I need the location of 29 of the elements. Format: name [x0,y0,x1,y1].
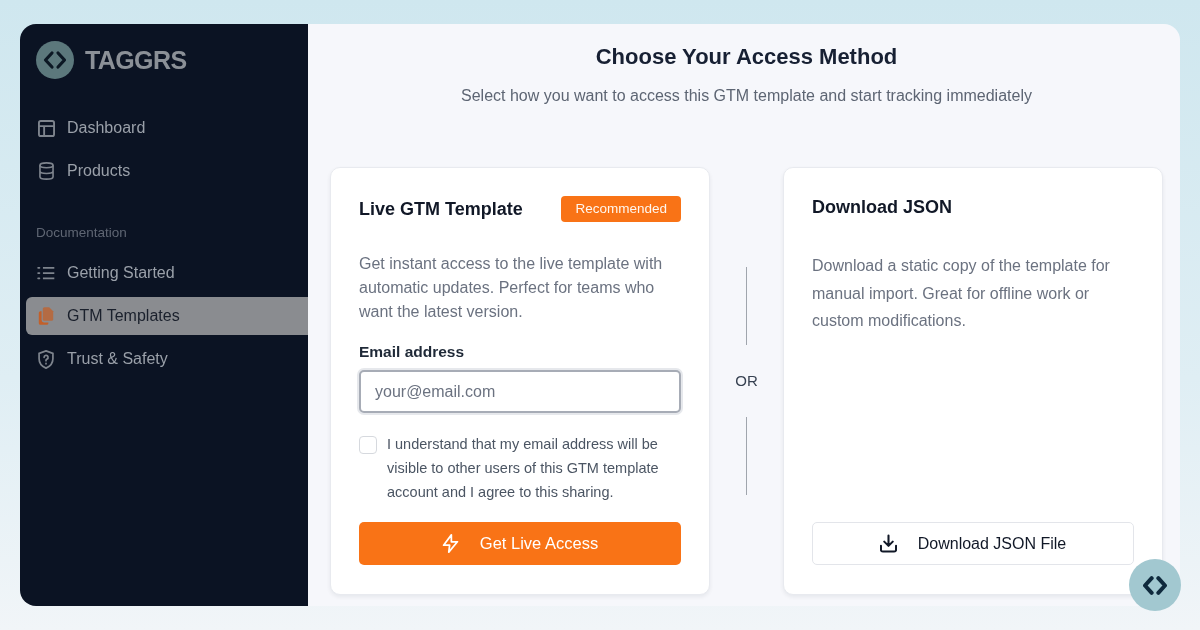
consent-text: I understand that my email address will be visible to other users of this GTM template account and I agree to this sharing. [387,435,660,502]
page-subtitle: Select how you want to access this GTM template and start tracking immediately [460,86,1033,106]
sidebar-item[interactable]: GTM Templates [26,297,308,335]
card-title: Live GTM Template [359,198,523,220]
divider-label: OR [735,371,758,391]
card-title: Download JSON [812,196,953,218]
layout-icon [37,119,55,137]
lightning-icon [441,534,459,553]
card-description: Download a static copy of the template for manual import. Great for offline work or custom modifications. [812,256,1111,331]
field-label: Email address [359,342,466,362]
sidebar-item[interactable]: Trust & Safety [26,340,308,378]
chevrons-icon [1143,574,1167,596]
list-icon [37,266,55,280]
card-description: Get instant access to the live template with automatic updates. Perfect for teams who want the latest version. [359,254,664,322]
sidebar-item[interactable]: Products [26,152,308,190]
shield-icon [38,349,54,369]
documents-icon [38,307,54,325]
consent-checkbox[interactable] [359,436,377,454]
email-input[interactable]: your@email.com [359,370,681,413]
sidebar-item[interactable]: Getting Started [26,254,308,292]
sidebar-item[interactable]: Dashboard [26,109,308,147]
database-icon [38,162,54,180]
logo-icon [36,41,74,79]
brand-name: TAGGRS [85,45,187,75]
page-title: Choose Your Access Method [594,44,899,70]
section-heading: Documentation [36,225,128,241]
download-button[interactable]: Download JSON File [812,522,1134,565]
label-badge: Recommended [561,196,681,222]
download-icon [879,534,897,553]
